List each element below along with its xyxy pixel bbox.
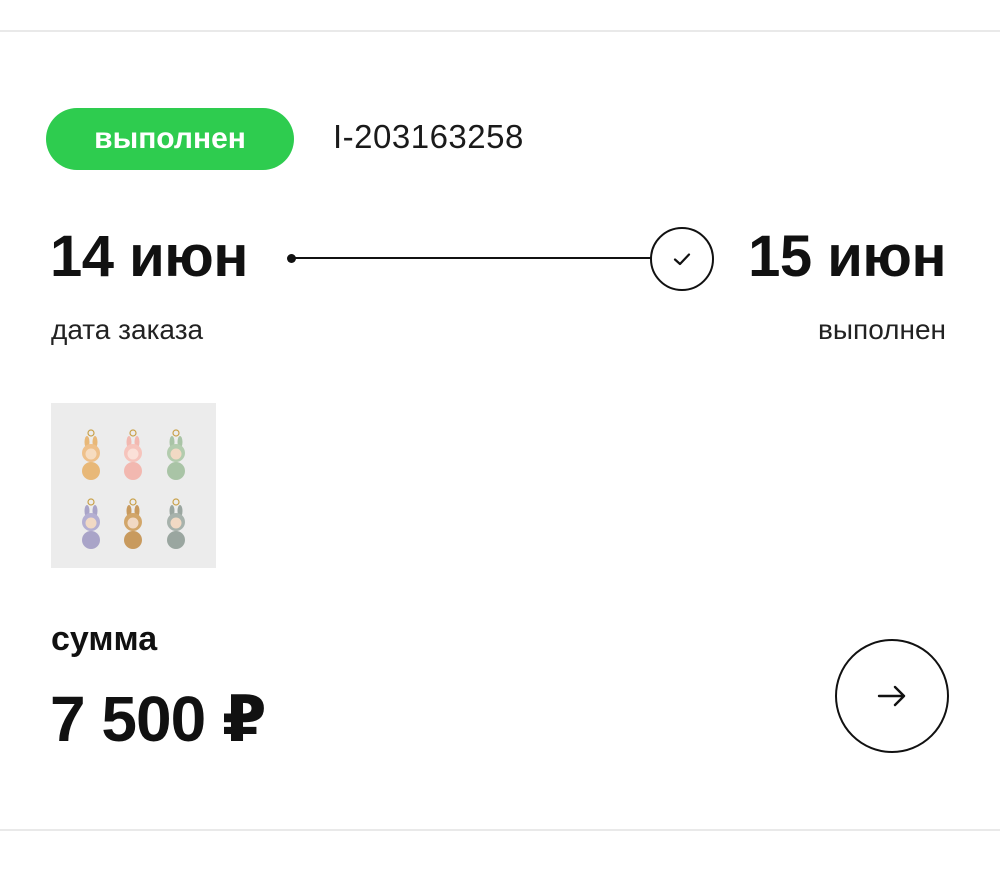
product-figure xyxy=(158,491,194,551)
total-label: сумма xyxy=(51,620,158,658)
bottom-divider xyxy=(0,829,1000,831)
order-number: I-203163258 xyxy=(333,118,524,155)
product-figure xyxy=(73,491,109,551)
product-figure xyxy=(115,421,151,481)
check-circle-icon xyxy=(650,227,714,291)
order-date: 14 июн xyxy=(50,224,248,289)
open-order-button[interactable] xyxy=(835,639,949,753)
order-date-label: дата заказа xyxy=(51,314,204,345)
total-amount: 7 500 ₽ xyxy=(50,683,266,755)
completion-date-label: выполнен xyxy=(818,314,946,345)
timeline-line xyxy=(292,257,652,259)
arrow-right-icon xyxy=(877,685,906,707)
checkmark-icon xyxy=(673,253,691,266)
completion-date: 15 июн xyxy=(748,224,946,289)
product-figure xyxy=(115,491,151,551)
status-badge: выполнен xyxy=(46,108,294,170)
product-thumbnail[interactable] xyxy=(51,403,216,568)
top-divider xyxy=(0,30,1000,32)
status-badge-label: выполнен xyxy=(94,122,246,155)
product-figure xyxy=(158,421,194,481)
product-figure xyxy=(73,421,109,481)
